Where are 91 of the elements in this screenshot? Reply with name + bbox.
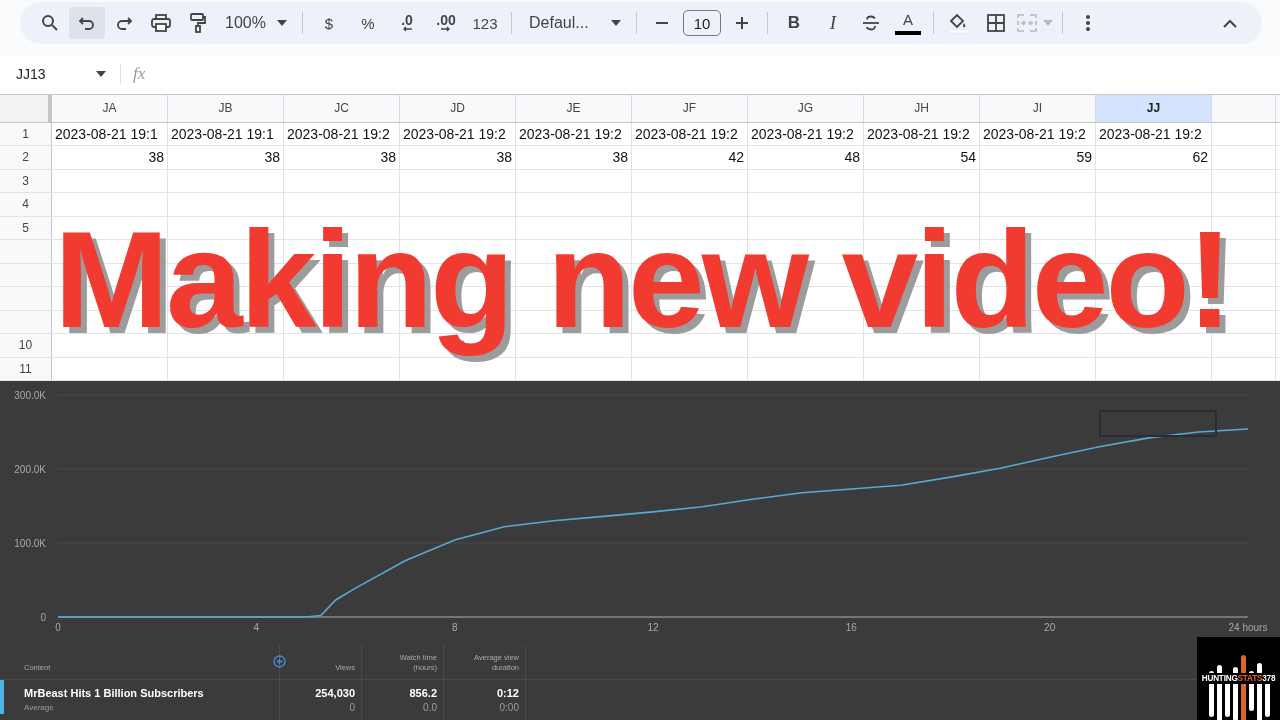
row-header[interactable]: 4 (0, 193, 52, 216)
column-header[interactable]: JC (284, 94, 400, 122)
plus-icon (735, 16, 749, 30)
font-dropdown[interactable]: Defaul... (519, 7, 629, 39)
text-color-button[interactable]: A (895, 11, 921, 35)
column-header[interactable]: JH (864, 94, 980, 122)
row-subtitle: Average (24, 702, 54, 714)
table-cell: 2023-08-21 19:2 (1096, 122, 1212, 145)
x-axis-label: 4 (253, 622, 260, 633)
table-cell: 2023-08-21 19:2 (748, 122, 864, 145)
redo-icon (115, 14, 133, 32)
y-axis-label: 300.0K (14, 390, 46, 401)
x-axis-label: 20 (1044, 622, 1056, 633)
x-axis-label: 8 (451, 622, 458, 633)
table-cell: 59 (980, 146, 1096, 169)
right-arrow-icon (441, 26, 451, 32)
format-button[interactable]: $ (310, 7, 348, 39)
formula-label: fx (133, 64, 146, 85)
table-cell: 38 (516, 146, 632, 169)
y-axis-label: 0 (40, 612, 46, 623)
paint-bucket-icon (948, 12, 970, 34)
average-value: 0.0 (423, 701, 437, 714)
table-cell: 38 (168, 146, 284, 169)
table-cell: 2023-08-21 19:1 (52, 122, 168, 145)
column-header[interactable]: JE (516, 94, 632, 122)
table-cell: 2023-08-21 19:2 (632, 122, 748, 145)
printer-icon (151, 14, 171, 32)
caret-icon (1043, 20, 1053, 26)
search-icon (41, 14, 59, 32)
metric-value: 856.2 (409, 686, 437, 701)
strikethrough-icon (862, 15, 880, 31)
table-cell: 62 (1096, 146, 1212, 169)
name-box[interactable]: JJ13 (16, 66, 106, 83)
format-button[interactable]: 123 (466, 7, 504, 39)
caret-icon (611, 20, 621, 26)
x-axis-label: 24 hours (1228, 622, 1268, 633)
add-icon[interactable] (273, 655, 286, 668)
video-title[interactable]: MrBeast Hits 1 Billion Subscribers (24, 686, 204, 701)
paint-roller-icon (190, 13, 206, 33)
caret-icon (277, 20, 287, 26)
grid-icon (987, 14, 1005, 32)
column-header[interactable]: JJ (1096, 94, 1212, 122)
average-value: 0 (349, 701, 355, 714)
decrease-decimal-button[interactable]: .0 (388, 7, 426, 39)
table-cell: 38 (400, 146, 516, 169)
undo-icon (78, 14, 96, 32)
column-header[interactable]: JF (632, 94, 748, 122)
zoom-dropdown[interactable]: 100% (217, 7, 295, 39)
logo-text: HUNTINGSTATS378 (1201, 673, 1276, 684)
y-axis-label: 200.0K (14, 464, 46, 475)
table-cell: 2023-08-21 19:1 (168, 122, 284, 145)
font-size-field[interactable]: 10 (683, 10, 721, 36)
table-cell: 38 (284, 146, 400, 169)
headline: Making new video! (54, 201, 1231, 358)
merge-icon (1017, 14, 1037, 32)
column-header[interactable]: JA (52, 94, 168, 122)
minus-icon (655, 21, 669, 25)
row-header[interactable]: 11 (0, 357, 52, 380)
row-header[interactable]: 5 (0, 216, 52, 239)
chevron-up-icon (1223, 18, 1237, 28)
table-cell: 2023-08-21 19:2 (980, 122, 1096, 145)
italic-button[interactable]: I (814, 7, 852, 39)
column-header[interactable]: JG (748, 94, 864, 122)
table-cell: 42 (632, 146, 748, 169)
caret-icon (96, 71, 106, 78)
y-axis-label: 100.0K (14, 538, 46, 549)
left-arrow-icon (402, 26, 412, 32)
x-axis-label: 0 (55, 622, 61, 633)
row-header[interactable]: 10 (0, 334, 52, 357)
table-cell: 2023-08-21 19:2 (284, 122, 400, 145)
x-axis-label: 12 (647, 622, 659, 633)
column-header[interactable]: JD (400, 94, 516, 122)
format-button[interactable]: % (349, 7, 387, 39)
row-header[interactable]: 2 (0, 146, 52, 169)
average-value: 0:00 (499, 701, 519, 714)
undo-button[interactable] (69, 7, 105, 39)
metric-value: 0:12 (496, 686, 519, 701)
row-header[interactable]: 1 (0, 122, 52, 145)
more-vertical-icon (1086, 15, 1090, 31)
table-cell: 54 (864, 146, 980, 169)
bold-button[interactable]: B (775, 7, 813, 39)
table-cell: 2023-08-21 19:2 (864, 122, 980, 145)
table-cell: 2023-08-21 19:2 (400, 122, 516, 145)
x-axis-label: 16 (845, 622, 857, 633)
column-header[interactable]: JB (168, 94, 284, 122)
increase-decimal-button[interactable]: .00 (427, 7, 465, 39)
table-cell: 48 (748, 146, 864, 169)
table-cell: 2023-08-21 19:2 (516, 122, 632, 145)
table-cell: 38 (52, 146, 168, 169)
row-header[interactable]: 3 (0, 169, 52, 192)
metric-value: 254,030 (315, 686, 355, 701)
